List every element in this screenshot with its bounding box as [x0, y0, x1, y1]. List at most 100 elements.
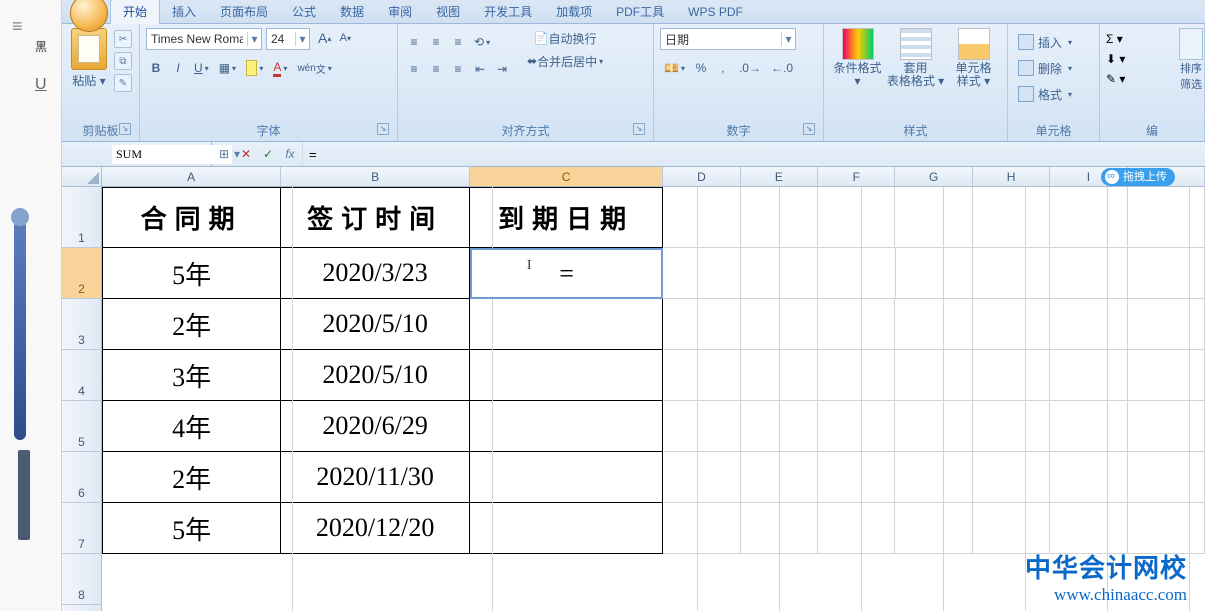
cell-I5[interactable] [1050, 401, 1127, 452]
clipboard-dialog-icon[interactable]: ↘ [119, 123, 131, 135]
cell-G2[interactable] [896, 248, 973, 299]
range-picker-icon[interactable]: ⊞ [216, 147, 232, 161]
number-format-combo[interactable]: ▾ [660, 28, 796, 50]
cancel-icon[interactable]: ✕ [238, 147, 254, 161]
merge-center-button[interactable]: ⬌ 合并后居中▾ [522, 51, 608, 71]
phonetic-button[interactable]: wén文▾ [293, 58, 335, 78]
cut-button[interactable]: ✂ [114, 30, 132, 48]
menu-tab-1[interactable]: 插入 [160, 0, 208, 24]
cell-H1[interactable] [973, 187, 1050, 248]
number-dialog-icon[interactable]: ↘ [803, 123, 815, 135]
col-header-E[interactable]: E [741, 167, 818, 186]
font-dialog-icon[interactable]: ↘ [377, 123, 389, 135]
cell-G1[interactable] [895, 187, 972, 248]
menu-tab-4[interactable]: 数据 [328, 0, 376, 24]
cell-C5[interactable] [470, 401, 663, 452]
formula-input[interactable] [303, 147, 1205, 162]
align-right-button[interactable]: ≡ [448, 59, 468, 79]
row-header-5[interactable]: 5 [62, 401, 101, 452]
cell-F2[interactable] [818, 248, 895, 299]
italic-button[interactable]: I [168, 58, 188, 78]
cell-I7[interactable] [1050, 503, 1127, 554]
sort-filter-icon[interactable] [1179, 28, 1203, 60]
align-top-button[interactable]: ≡ [404, 32, 424, 52]
cell-C4[interactable] [470, 350, 663, 401]
col-header-D[interactable]: D [663, 167, 740, 186]
cell-G3[interactable] [895, 299, 972, 350]
cell-J3[interactable] [1128, 299, 1205, 350]
paste-button[interactable]: 粘贴 ▾ [68, 28, 110, 89]
col-header-F[interactable]: F [818, 167, 895, 186]
align-left-button[interactable]: ≡ [404, 59, 424, 79]
row-header-8[interactable]: 8 [62, 554, 101, 605]
fx-icon[interactable]: fx [282, 147, 298, 161]
cell-D1[interactable] [663, 187, 740, 248]
cell-C1[interactable]: 到期日期 [470, 187, 663, 248]
cell-A6[interactable]: 2年 [102, 452, 281, 503]
row-header-1[interactable]: 1 [62, 187, 101, 248]
cell-H6[interactable] [973, 452, 1050, 503]
worksheet[interactable]: ABCDEFGHIJ 12345678 合同期签订时间到期日期 5年 2020/3/… [62, 167, 1205, 611]
cell-A3[interactable]: 2年 [102, 299, 281, 350]
cell-D4[interactable] [663, 350, 740, 401]
col-header-B[interactable]: B [281, 167, 470, 186]
format-painter-button[interactable]: ✎ [114, 74, 132, 92]
font-color-button[interactable]: A▾ [269, 58, 291, 78]
cell-B7[interactable]: 2020/12/20 [281, 503, 470, 554]
increase-decimal-button[interactable]: .0→ [735, 58, 765, 78]
font-name-combo[interactable]: ▾ [146, 28, 262, 50]
cell-B5[interactable]: 2020/6/29 [281, 401, 470, 452]
percent-button[interactable]: % [691, 58, 711, 78]
underline-button[interactable]: U▾ [190, 58, 213, 78]
menu-tab-0[interactable]: 开始 [110, 0, 160, 24]
align-dialog-icon[interactable]: ↘ [633, 123, 645, 135]
menu-tab-2[interactable]: 页面布局 [208, 0, 280, 24]
cell-H3[interactable] [973, 299, 1050, 350]
cell-A5[interactable]: 4年 [102, 401, 281, 452]
cell-J2[interactable] [1128, 248, 1205, 299]
cell-G5[interactable] [895, 401, 972, 452]
border-button[interactable]: ▦▾ [215, 58, 240, 78]
cell-A7[interactable]: 5年 [102, 503, 281, 554]
fill-color-button[interactable]: ▾ [242, 58, 267, 78]
cell-H4[interactable] [973, 350, 1050, 401]
col-header-C[interactable]: C [470, 167, 663, 186]
cell-B2[interactable]: 2020/3/23 [281, 248, 470, 299]
bold-button[interactable]: B [146, 58, 166, 78]
comma-button[interactable]: , [713, 58, 733, 78]
cell-F7[interactable] [818, 503, 895, 554]
col-header-G[interactable]: G [895, 167, 972, 186]
cell-D6[interactable] [663, 452, 740, 503]
cell-A1[interactable]: 合同期 [102, 187, 281, 248]
delete-cells-button[interactable]: 删除 ▾ [1014, 58, 1076, 78]
cell-C2[interactable]: =I [470, 248, 664, 299]
cell-C6[interactable] [470, 452, 663, 503]
cell-I1[interactable] [1050, 187, 1127, 248]
grow-font-button[interactable]: A▴ [314, 28, 335, 48]
font-name-input[interactable] [147, 32, 247, 46]
cell-G7[interactable] [895, 503, 972, 554]
row-header-6[interactable]: 6 [62, 452, 101, 503]
col-header-A[interactable]: A [102, 167, 281, 186]
row-header-3[interactable]: 3 [62, 299, 101, 350]
cell-I6[interactable] [1050, 452, 1127, 503]
align-center-button[interactable]: ≡ [426, 59, 446, 79]
menu-tab-8[interactable]: 加载项 [544, 0, 604, 24]
font-size-combo[interactable]: ▾ [266, 28, 310, 50]
menu-tab-10[interactable]: WPS PDF [676, 0, 755, 24]
currency-button[interactable]: 💴▾ [660, 58, 689, 78]
cell-D2[interactable] [663, 248, 740, 299]
align-middle-button[interactable]: ≡ [426, 32, 446, 52]
cell-B6[interactable]: 2020/11/30 [281, 452, 470, 503]
cell-B1[interactable]: 签订时间 [281, 187, 470, 248]
font-size-input[interactable] [267, 32, 295, 46]
cell-G6[interactable] [895, 452, 972, 503]
cell-I2[interactable] [1050, 248, 1127, 299]
cell-H5[interactable] [973, 401, 1050, 452]
row-headers[interactable]: 12345678 [62, 187, 102, 611]
decrease-decimal-button[interactable]: ←.0 [767, 58, 797, 78]
accept-icon[interactable]: ✓ [260, 147, 276, 161]
column-headers[interactable]: ABCDEFGHIJ [102, 167, 1205, 187]
wrap-text-button[interactable]: 📄 自动换行 [522, 28, 608, 48]
cell-G4[interactable] [895, 350, 972, 401]
